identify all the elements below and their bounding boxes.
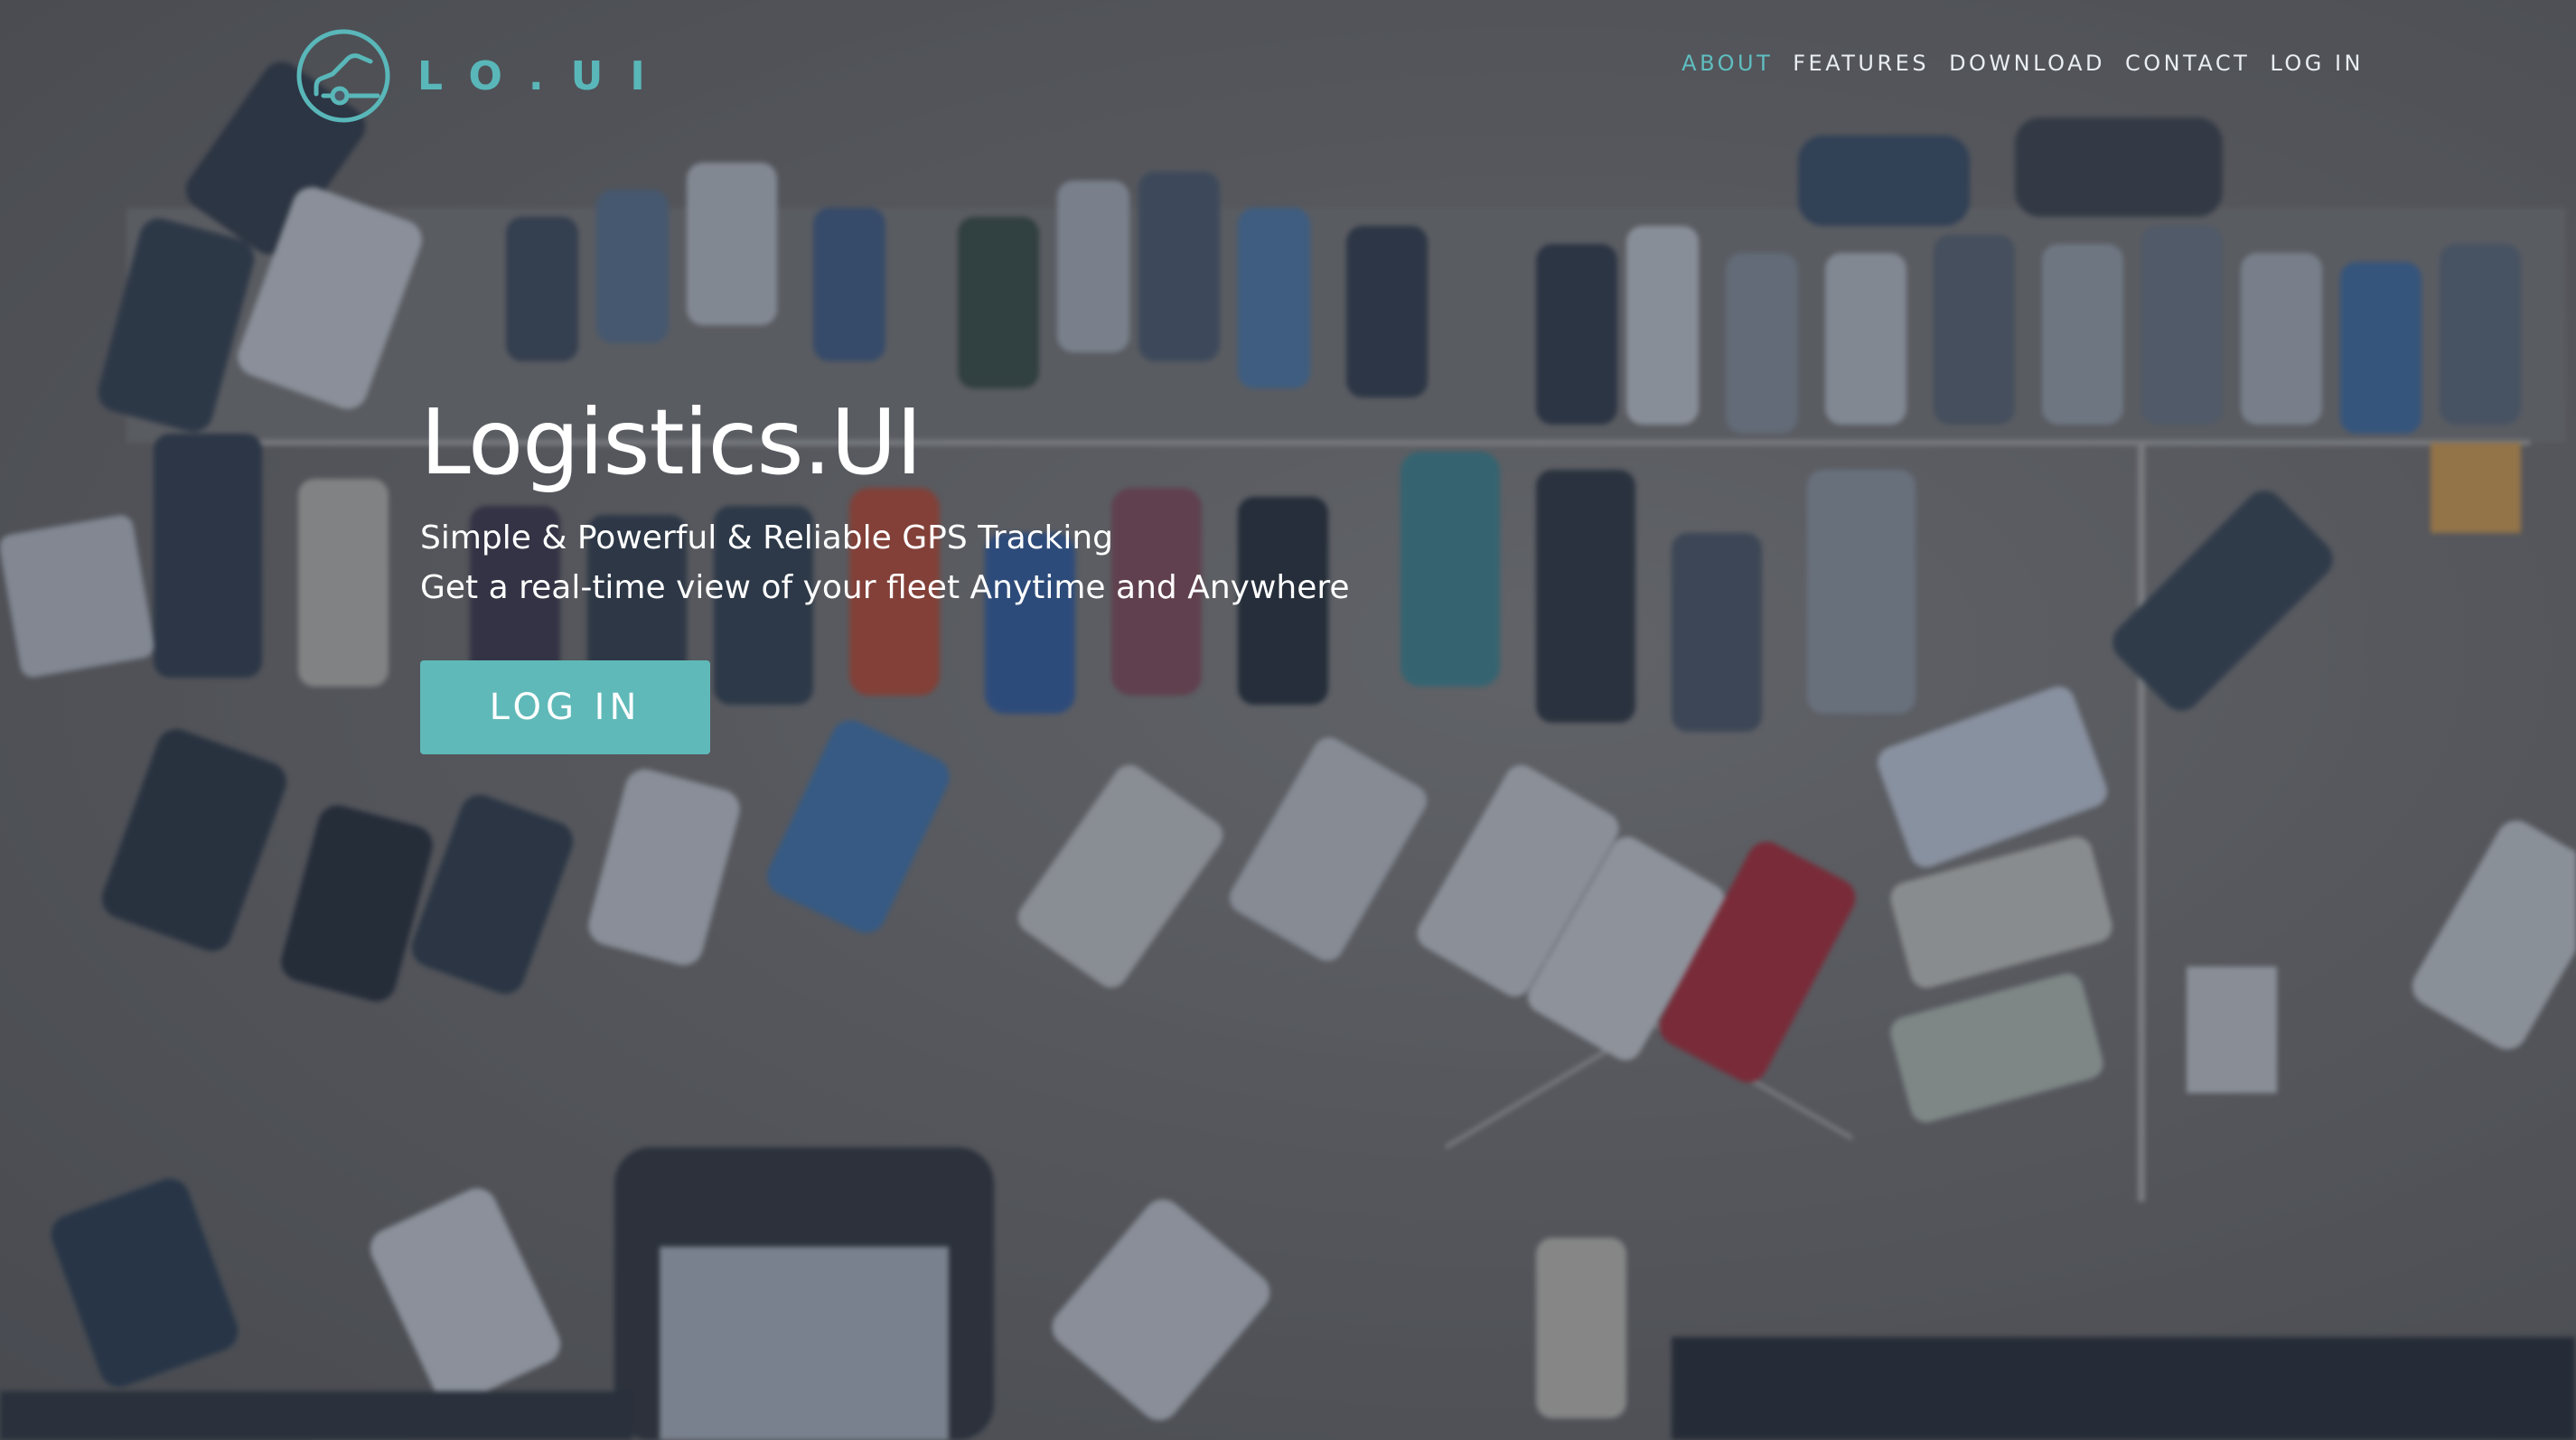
hero-title: Logistics.UI xyxy=(420,389,923,495)
car-circle-icon xyxy=(296,29,390,123)
hero-subtitle-line-2: Get a real-time view of your fleet Anyti… xyxy=(420,569,1350,606)
top-nav: ABOUT FEATURES DOWNLOAD CONTACT LOG IN xyxy=(1681,51,2364,76)
hero-content: Logistics.UI Simple & Powerful & Reliabl… xyxy=(420,388,1350,612)
log-in-button[interactable]: LOG IN xyxy=(420,660,710,754)
hero-dark-overlay xyxy=(0,0,2576,1440)
brand-logo[interactable]: LO.UI xyxy=(295,27,672,125)
hero-subtitle-line-1: Simple & Powerful & Reliable GPS Trackin… xyxy=(420,519,1114,556)
nav-log-in[interactable]: LOG IN xyxy=(2270,51,2364,76)
nav-about[interactable]: ABOUT xyxy=(1681,51,1773,76)
nav-features[interactable]: FEATURES xyxy=(1793,51,1929,76)
brand-name: LO.UI xyxy=(417,52,672,99)
nav-download[interactable]: DOWNLOAD xyxy=(1949,51,2105,76)
nav-contact[interactable]: CONTACT xyxy=(2125,51,2250,76)
